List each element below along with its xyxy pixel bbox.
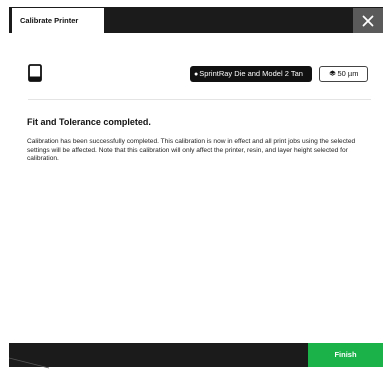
- resin-label: SprintRay Die and Model 2 Tan: [199, 69, 303, 78]
- close-button[interactable]: [353, 8, 383, 33]
- footer-accent-line: [9, 357, 50, 369]
- printer-icon: [28, 64, 42, 82]
- completion-message: Calibration has been successfully comple…: [27, 138, 356, 163]
- tab-calibrate-printer[interactable]: Calibrate Printer: [12, 8, 104, 34]
- calibrate-printer-dialog: Calibrate Printer ●SprintRay Die and Mod…: [0, 0, 388, 369]
- layer-height-selector[interactable]: 50 µm: [319, 66, 368, 82]
- resin-drop-icon: ●: [194, 71, 199, 78]
- close-icon: [362, 15, 374, 26]
- layer-height-label: 50 µm: [337, 69, 359, 78]
- divider: [28, 99, 371, 100]
- completion-heading: Fit and Tolerance completed.: [27, 117, 151, 127]
- layer-stack-icon: [328, 70, 336, 76]
- resin-selector[interactable]: ●SprintRay Die and Model 2 Tan: [190, 66, 312, 82]
- finish-button[interactable]: Finish: [308, 343, 383, 367]
